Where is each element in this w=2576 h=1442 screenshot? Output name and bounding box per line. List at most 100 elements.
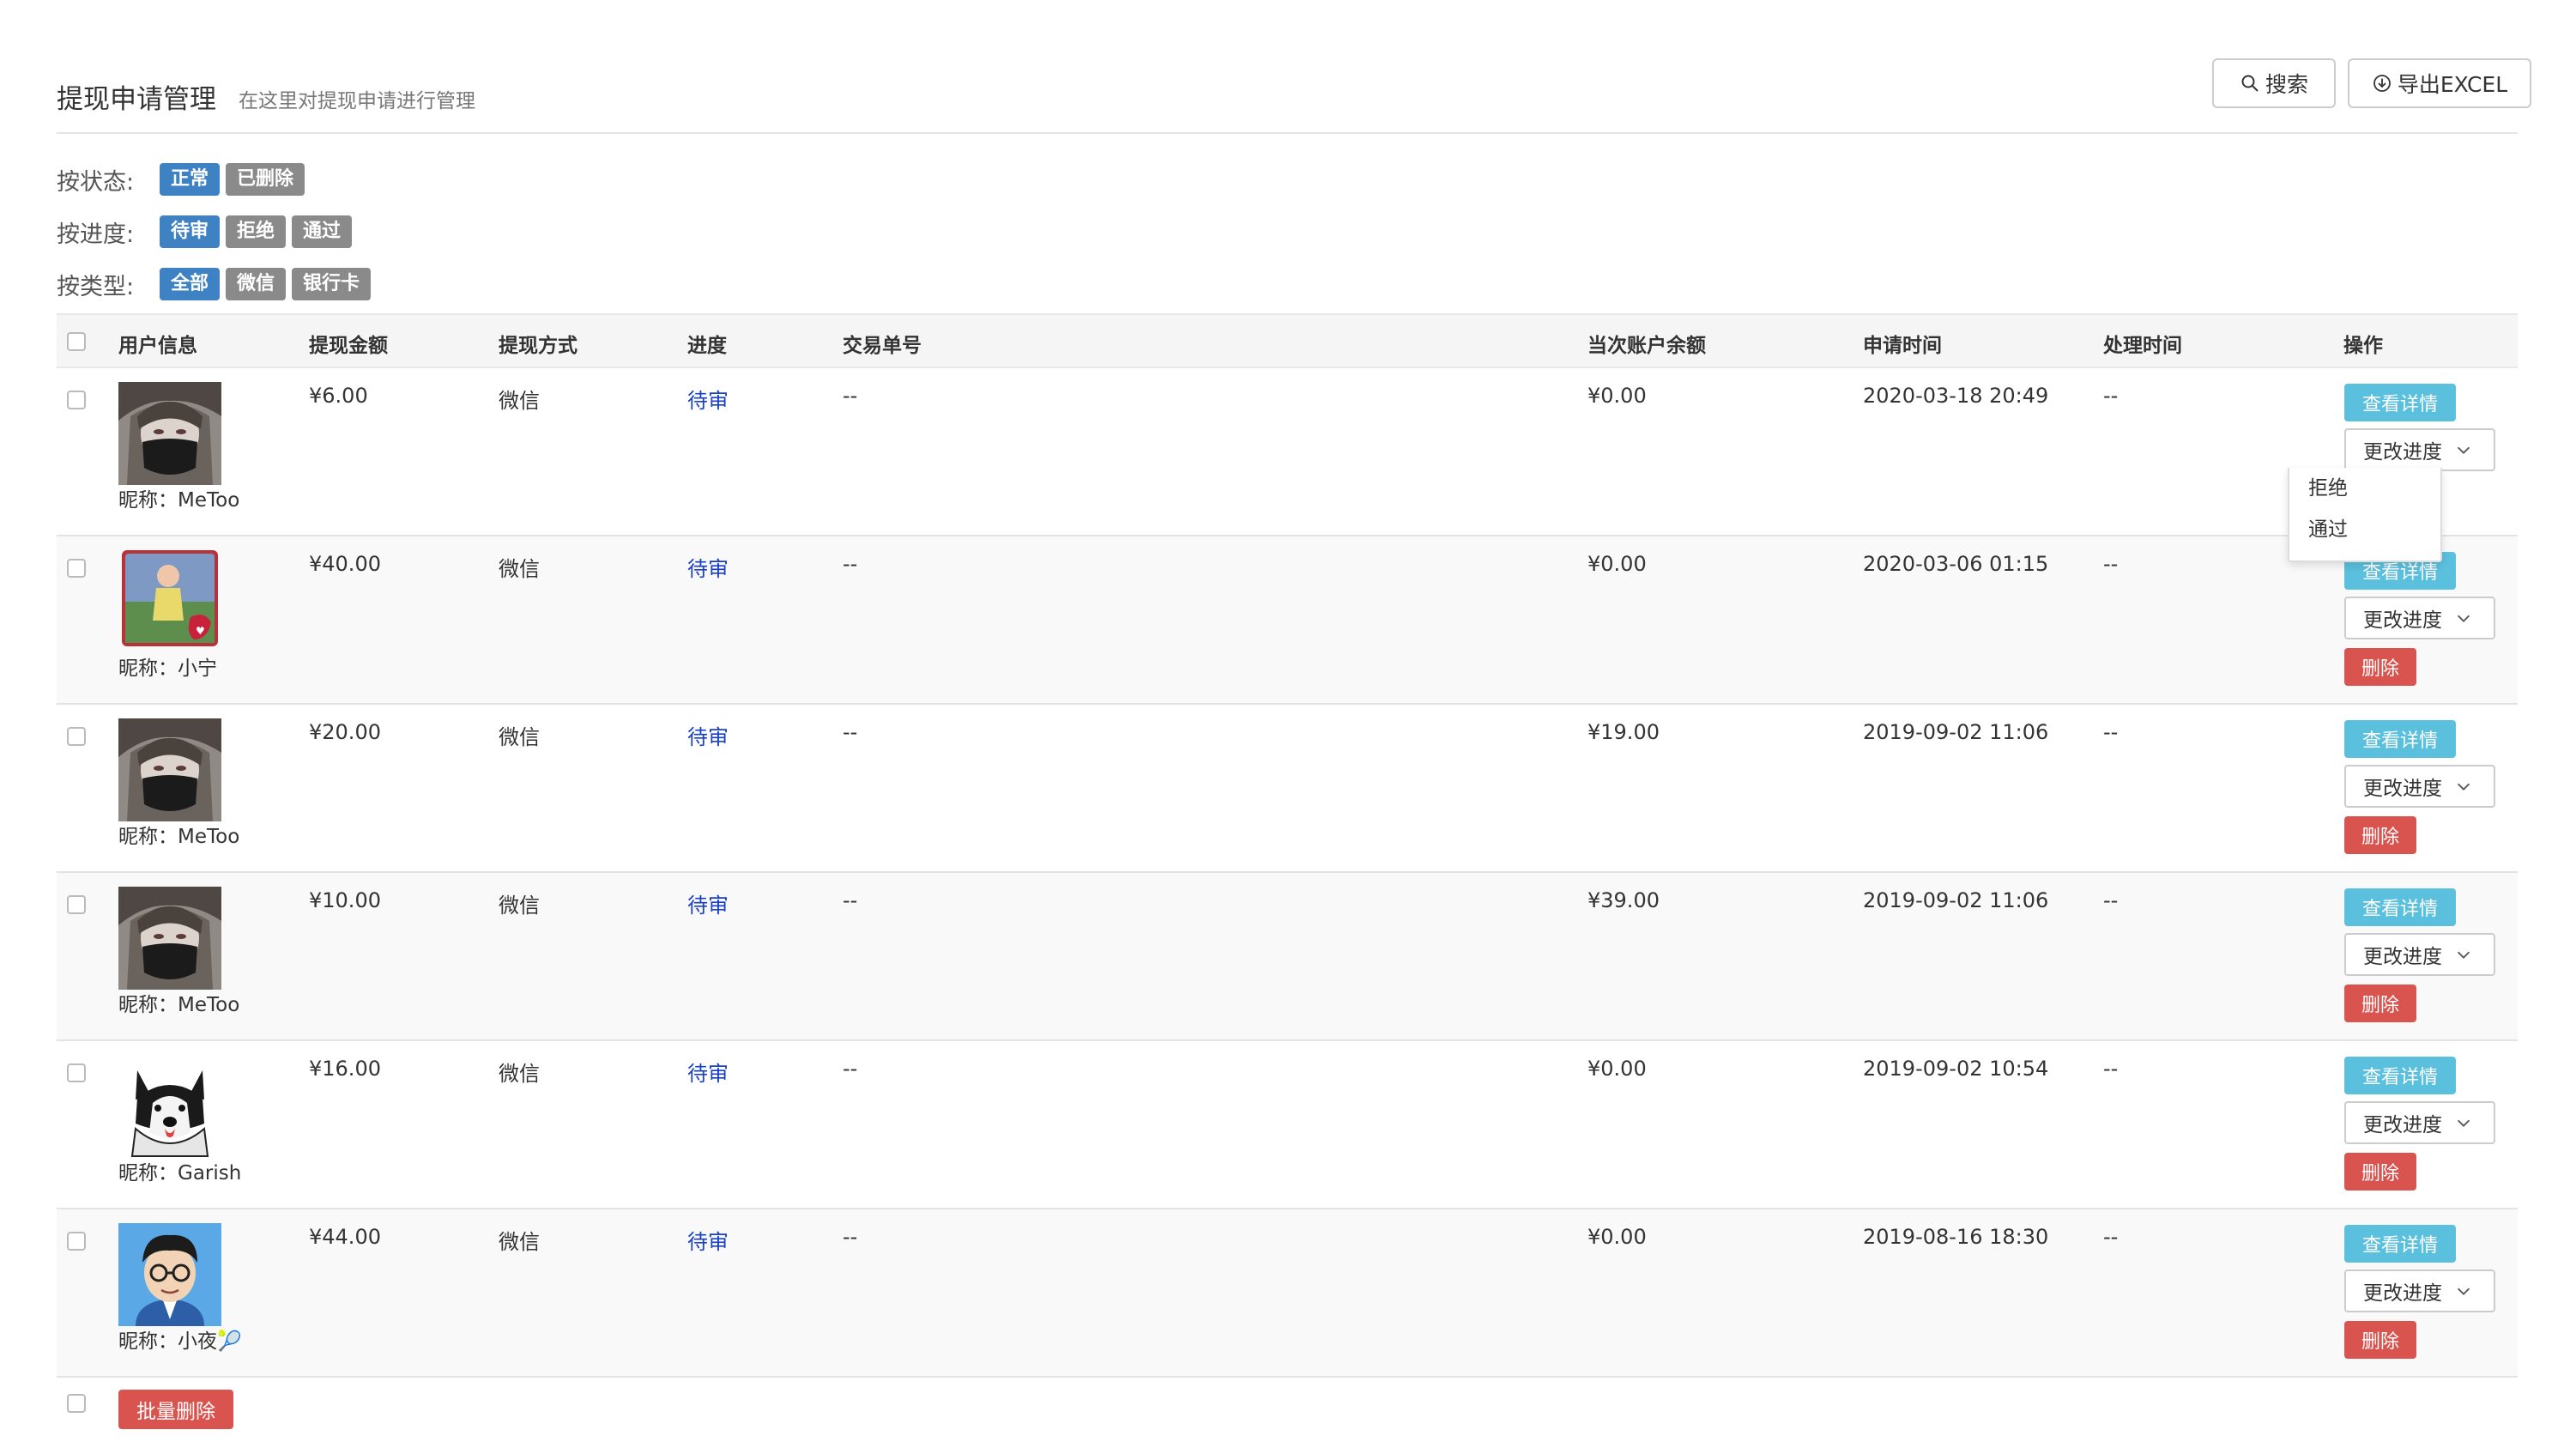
nickname: 昵称：MeToo [118,826,240,848]
trade-no: -- [843,720,858,744]
filter-tag-pending[interactable]: 待审 [160,215,221,248]
row-checkbox[interactable] [67,391,86,409]
filter-tag-deleted[interactable]: 已删除 [226,163,305,196]
header-apply-time: 申请时间 [1863,335,1942,357]
table-row: 昵称：MeToo ¥10.00 微信 待审 -- ¥39.00 2019-09-… [57,873,2518,1041]
nickname: 昵称：小夜🎾 [118,1330,242,1353]
filter-tag-bankcard[interactable]: 银行卡 [292,268,372,300]
header-actions: 操作 [2343,335,2383,357]
view-detail-button[interactable]: 查看详情 [2344,1057,2456,1094]
table-row: 昵称：MeToo ¥20.00 微信 待审 -- ¥19.00 2019-09-… [57,705,2518,873]
progress-link[interactable]: 待审 [687,552,729,582]
apply-time: 2019-09-02 10:54 [1863,1057,2049,1081]
method: 微信 [499,389,540,413]
delete-button[interactable]: 删除 [2344,648,2416,686]
trade-no: -- [843,1057,858,1081]
method: 微信 [499,1230,540,1254]
progress-dropdown-menu: 拒绝 通过 [2288,468,2442,562]
header-balance: 当次账户余额 [1587,335,1706,357]
delete-button[interactable]: 删除 [2344,1321,2416,1359]
change-progress-select[interactable]: 更改进度 [2344,597,2495,639]
page-header: 提现申请管理 在这里对提现申请进行管理 搜索 导出EXCEL [57,58,2531,134]
delete-button[interactable]: 删除 [2344,816,2416,854]
select-all-checkbox[interactable] [67,332,86,351]
change-progress-label: 更改进度 [2363,946,2442,968]
view-detail-button[interactable]: 查看详情 [2344,1225,2456,1263]
progress-link[interactable]: 待审 [687,888,729,918]
change-progress-label: 更改进度 [2363,441,2442,464]
view-detail-button[interactable]: 查看详情 [2344,384,2456,421]
change-progress-select[interactable]: 更改进度 [2344,765,2495,808]
header-amount: 提现金额 [309,335,388,357]
chevron-down-icon [2457,1119,2470,1127]
filter-type: 按类型: 全部 微信 银行卡 [57,266,377,302]
chevron-down-icon [2457,951,2470,959]
filter-tag-wechat[interactable]: 微信 [226,268,287,300]
change-progress-select[interactable]: 更改进度 [2344,1101,2495,1144]
change-progress-label: 更改进度 [2363,1282,2442,1305]
change-progress-select[interactable]: 更改进度 [2344,933,2495,976]
balance: ¥39.00 [1587,888,1660,912]
trade-no: -- [843,888,858,912]
balance: ¥0.00 [1587,552,1647,576]
method: 微信 [499,1062,540,1086]
progress-link[interactable]: 待审 [687,720,729,750]
balance: ¥19.00 [1587,720,1660,744]
process-time: -- [2103,552,2119,576]
girl-mask-avatar [118,382,221,485]
row-checkbox[interactable] [67,1232,86,1251]
change-progress-select[interactable]: 更改进度 [2344,428,2495,471]
amount: ¥6.00 [309,384,368,408]
apply-time: 2019-09-02 11:06 [1863,888,2049,912]
dropdown-option-reject[interactable]: 拒绝 [2289,468,2440,509]
balance: ¥0.00 [1587,1057,1647,1081]
process-time: -- [2103,1057,2119,1081]
change-progress-select[interactable]: 更改进度 [2344,1269,2495,1312]
filter-label: 按进度: [57,221,135,248]
page-title: 提现申请管理 [57,84,216,115]
child-photo-avatar: ♥ [122,550,218,646]
cartoon-boy-avatar [118,1223,221,1326]
nickname: 昵称：MeToo [118,994,240,1016]
change-progress-label: 更改进度 [2363,609,2442,632]
table-row: 昵称：MeToo ¥6.00 微信 待审 -- ¥0.00 2020-03-18… [57,368,2518,536]
amount: ¥16.00 [309,1057,381,1081]
search-button-label: 搜索 [2265,72,2308,97]
balance: ¥0.00 [1587,1225,1647,1249]
amount: ¥20.00 [309,720,381,744]
batch-delete-button[interactable]: 批量删除 [118,1390,233,1429]
progress-link[interactable]: 待审 [687,384,729,414]
header-process-time: 处理时间 [2103,335,2182,357]
filter-tag-approved[interactable]: 通过 [292,215,353,248]
svg-text:♥: ♥ [196,625,205,637]
footer-select-all-checkbox[interactable] [67,1394,86,1413]
withdraw-table: 用户信息 提现金额 提现方式 进度 交易单号 当次账户余额 申请时间 处理时间 … [57,313,2518,1378]
export-excel-button[interactable]: 导出EXCEL [2348,58,2531,108]
change-progress-label: 更改进度 [2363,1114,2442,1136]
filter-tag-all[interactable]: 全部 [160,268,221,300]
progress-link[interactable]: 待审 [687,1225,729,1255]
download-icon [2373,75,2391,92]
progress-link[interactable]: 待审 [687,1057,729,1087]
trade-no: -- [843,384,858,408]
delete-button[interactable]: 删除 [2344,985,2416,1022]
filter-status: 按状态: 正常 已删除 [57,161,311,197]
filter-tag-normal[interactable]: 正常 [160,163,221,196]
delete-button[interactable]: 删除 [2344,1153,2416,1191]
husky-dog-avatar [118,1055,221,1158]
row-checkbox[interactable] [67,895,86,914]
row-checkbox[interactable] [67,727,86,746]
change-progress-label: 更改进度 [2363,778,2442,800]
amount: ¥10.00 [309,888,381,912]
chevron-down-icon [2457,783,2470,791]
table-header: 用户信息 提现金额 提现方式 进度 交易单号 当次账户余额 申请时间 处理时间 … [57,313,2518,368]
row-checkbox[interactable] [67,1063,86,1082]
search-button[interactable]: 搜索 [2212,58,2336,108]
view-detail-button[interactable]: 查看详情 [2344,888,2456,926]
process-time: -- [2103,1225,2119,1249]
method: 微信 [499,894,540,918]
dropdown-option-approve[interactable]: 通过 [2289,509,2440,550]
view-detail-button[interactable]: 查看详情 [2344,720,2456,758]
row-checkbox[interactable] [67,559,86,578]
filter-tag-rejected[interactable]: 拒绝 [226,215,287,248]
